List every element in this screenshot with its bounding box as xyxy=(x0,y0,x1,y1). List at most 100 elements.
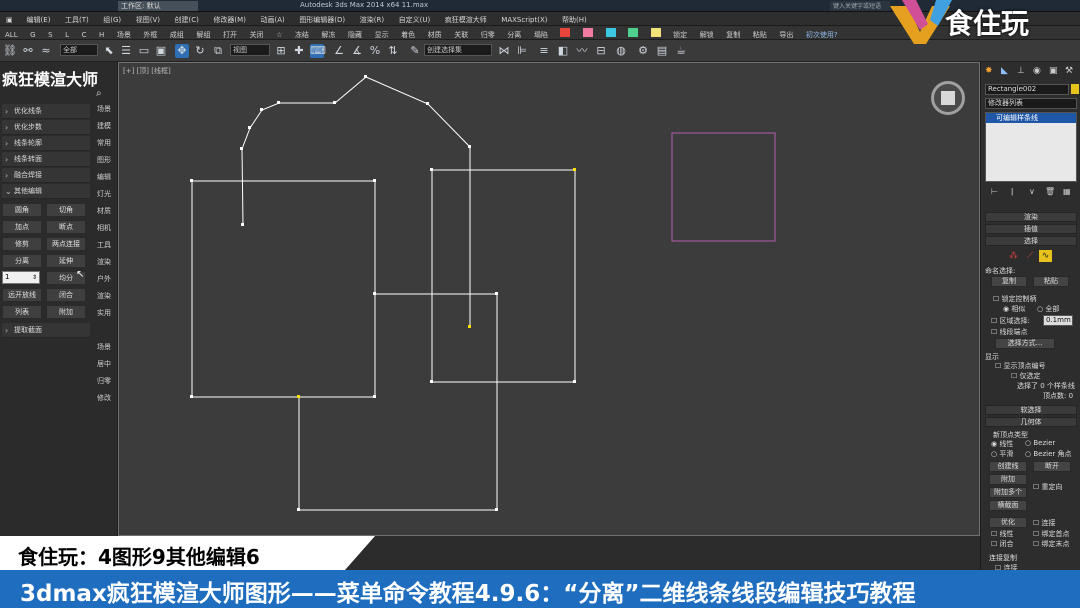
link-icon[interactable]: ⛓ xyxy=(3,44,17,58)
rect-selection-icon[interactable]: ▭ xyxy=(137,44,151,58)
trim-button[interactable]: 修剪 xyxy=(2,237,42,251)
select-object-icon[interactable]: ⬉ xyxy=(102,44,116,58)
named-selection-dropdown[interactable]: 创建选择集 xyxy=(424,44,492,56)
refine-button[interactable]: 优化 xyxy=(989,517,1027,528)
snap-toggle-icon[interactable]: ∠ xyxy=(332,44,346,58)
row-extract-section[interactable]: › 提取截面 xyxy=(2,323,90,338)
viewport-top[interactable]: [+] [顶] [线框] xyxy=(118,62,980,536)
qt-c[interactable]: C xyxy=(77,29,92,39)
show-vertex-numbers-checkbox[interactable]: ☐ 显示顶点编号 xyxy=(995,361,1046,371)
graphite-icon[interactable]: ◧ xyxy=(556,44,570,58)
menu-edit[interactable]: 编辑(E) xyxy=(21,12,57,25)
tab-cameras[interactable]: 相机 xyxy=(92,223,116,233)
window-crossing-icon[interactable]: ▣ xyxy=(154,44,168,58)
lock-handles-checkbox[interactable]: ☐ 锁定控制柄 xyxy=(993,294,1037,304)
attach-button[interactable]: 附加 xyxy=(46,305,86,319)
selected-only-checkbox[interactable]: ☐ 仅选定 xyxy=(1011,371,1041,381)
tab-outdoor[interactable]: 户外 xyxy=(92,274,116,284)
render-setup-icon[interactable]: ⚙ xyxy=(636,44,650,58)
qt-color[interactable]: 着色 xyxy=(396,28,420,40)
bind-last-checkbox[interactable]: ☐ 绑定末点 xyxy=(1033,539,1070,549)
search-icon[interactable]: ⌕ xyxy=(96,88,102,99)
utilities-tab-icon[interactable]: ⚒ xyxy=(1065,66,1073,76)
tab-common[interactable]: 常用 xyxy=(92,138,116,148)
curve-editor-icon[interactable]: 〰 xyxy=(575,44,589,58)
menu-create[interactable]: 创建(C) xyxy=(169,12,205,25)
row-fuse-weld[interactable]: › 融合焊接 xyxy=(2,168,90,183)
linear-radio[interactable]: ◉ 线性 xyxy=(991,439,1013,449)
segment-mode-icon[interactable]: ⟋ xyxy=(1027,251,1033,261)
align-icon[interactable]: ⊫ xyxy=(515,44,529,58)
two-point-connect-button[interactable]: 两点连接 xyxy=(46,237,86,251)
menu-graph-editors[interactable]: 图形编辑器(D) xyxy=(293,12,351,25)
select-by-name-icon[interactable]: ☰ xyxy=(119,44,133,58)
bezier-corner-radio[interactable]: ○ Bezier 角点 xyxy=(1025,449,1071,459)
menu-views[interactable]: 视图(V) xyxy=(130,12,166,25)
render-teapot-icon[interactable]: ☕ xyxy=(674,44,688,58)
rollout-selection[interactable]: 选择 xyxy=(985,236,1077,246)
tab-center[interactable]: 居中 xyxy=(92,359,116,369)
break-button[interactable]: 断开 xyxy=(1033,461,1071,472)
alike-radio[interactable]: ◉ 相似 xyxy=(1003,304,1025,314)
reorient-checkbox[interactable]: ☐ 重定向 xyxy=(1033,482,1063,492)
vertex-mode-icon[interactable]: ⁂ xyxy=(1009,251,1018,261)
spinner-arrows-icon[interactable]: ⇕ xyxy=(32,272,37,283)
rollout-interpolation[interactable]: 插值 xyxy=(985,224,1077,234)
pivot-center-icon[interactable]: ⊞ xyxy=(274,44,288,58)
menu-tools[interactable]: 工具(T) xyxy=(59,12,95,25)
tab-render[interactable]: 渲染 xyxy=(92,257,116,267)
percent-snap-icon[interactable]: % xyxy=(368,44,382,58)
viewport-canvas[interactable] xyxy=(119,63,981,537)
bind-first-checkbox[interactable]: ☐ 绑定首点 xyxy=(1033,529,1070,539)
rotate-icon[interactable]: ↻ xyxy=(193,44,207,58)
paste-selection-button[interactable]: 粘贴 xyxy=(1033,276,1069,287)
select-by-button[interactable]: 选择方式... xyxy=(995,338,1055,349)
qt-hide[interactable]: 隐藏 xyxy=(343,28,367,40)
tab-utility[interactable]: 实用 xyxy=(92,308,116,318)
move-icon[interactable]: ✥ xyxy=(175,44,189,58)
attach-geo-button[interactable]: 附加 xyxy=(989,474,1027,485)
spline-mode-icon[interactable]: ∿ xyxy=(1039,250,1052,262)
create-tab-icon[interactable]: ✸ xyxy=(985,66,993,76)
motion-tab-icon[interactable]: ◉ xyxy=(1033,66,1041,76)
attach-multiple-button[interactable]: 附加多个 xyxy=(989,487,1027,498)
color-swatch-red[interactable] xyxy=(555,26,575,39)
tab-scene[interactable]: 场景 xyxy=(92,104,116,114)
tab-modify[interactable]: 修改 xyxy=(92,393,116,403)
menu-customize[interactable]: 自定义(U) xyxy=(393,12,437,25)
rollout-geometry[interactable]: 几何体 xyxy=(985,417,1077,427)
edit-named-sel-icon[interactable]: ✎ xyxy=(408,44,422,58)
qt-all[interactable]: ALL xyxy=(0,29,23,39)
schematic-view-icon[interactable]: ⊟ xyxy=(594,44,608,58)
color-swatch-pink[interactable] xyxy=(578,26,598,39)
row-line-outline[interactable]: › 线条轮廓 xyxy=(2,136,90,151)
cross-section-button[interactable]: 横截面 xyxy=(989,500,1027,511)
spinner-snap-icon[interactable]: ⇅ xyxy=(386,44,400,58)
area-select-checkbox[interactable]: ☐ 区域选择: xyxy=(991,316,1030,326)
area-select-spinner[interactable]: 0.1mm xyxy=(1043,315,1073,326)
tab-shapes[interactable]: 图形 xyxy=(92,155,116,165)
menu-modifiers[interactable]: 修改器(M) xyxy=(207,12,252,25)
display-tab-icon[interactable]: ▣ xyxy=(1049,66,1058,76)
qt-link[interactable]: 关联 xyxy=(449,28,473,40)
qt-export[interactable]: 导出 xyxy=(774,28,798,40)
selection-filter-dropdown[interactable]: 全部 xyxy=(60,44,98,56)
bind-space-warp-icon[interactable]: ≈ xyxy=(39,44,53,58)
qt-material[interactable]: 材质 xyxy=(423,28,447,40)
show-end-result-icon[interactable]: ǀ xyxy=(1011,187,1013,196)
qt-unfreeze[interactable]: 解冻 xyxy=(316,28,340,40)
qt-open[interactable]: 打开 xyxy=(218,28,242,40)
tab-render2[interactable]: 渲染 xyxy=(92,291,116,301)
menu-plugin[interactable]: 疯狂模渲大师 xyxy=(439,12,493,25)
color-swatch-green[interactable] xyxy=(623,26,643,39)
rollout-soft-selection[interactable]: 软选择 xyxy=(985,405,1077,415)
modifier-stack[interactable]: 可编辑样条线 xyxy=(985,112,1077,182)
qt-show[interactable]: 显示 xyxy=(370,28,394,40)
workspace-dropdown[interactable]: 工作区: 默认 xyxy=(118,1,198,11)
reference-coord-dropdown[interactable]: 视图 xyxy=(230,44,270,56)
fillet-button[interactable]: 圆角 xyxy=(2,203,42,217)
menu-maxscript[interactable]: MAXScript(X) xyxy=(495,13,553,24)
qt-paste[interactable]: 粘贴 xyxy=(748,28,772,40)
qt-scene[interactable]: 场景 xyxy=(112,28,136,40)
menu-group[interactable]: 组(G) xyxy=(97,12,127,25)
